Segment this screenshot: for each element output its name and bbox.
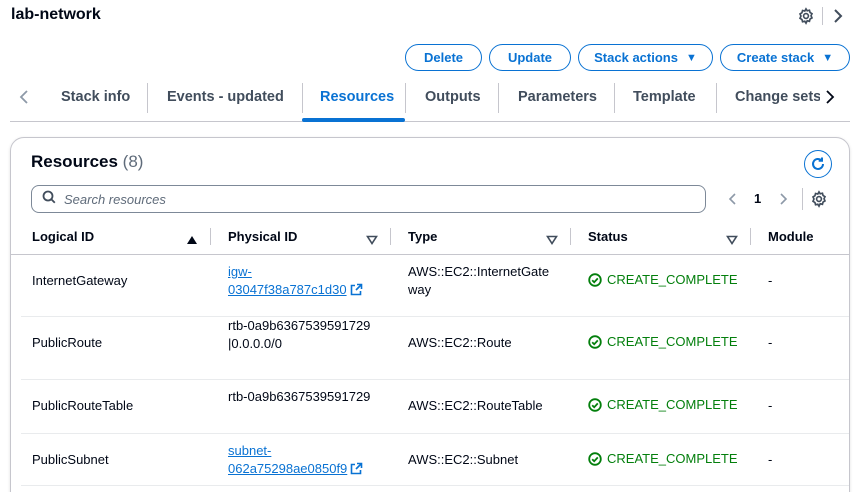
caret-down-icon: ▼ (685, 51, 697, 64)
status-badge: CREATE_COMPLETE (588, 334, 738, 349)
update-button-label: Update (507, 50, 553, 65)
resource-count: (8) (122, 152, 144, 171)
tab-outputs[interactable]: Outputs (425, 89, 481, 105)
status-badge: CREATE_COMPLETE (588, 451, 738, 466)
table-row: InternetGateway igw- 03047f38a787c1d30 A… (11, 255, 849, 317)
status-badge: CREATE_COMPLETE (588, 397, 738, 412)
column-header-module[interactable]: Module (768, 229, 814, 244)
check-circle-icon (588, 397, 602, 412)
panel-title: Resources (8) (31, 152, 143, 172)
divider (802, 188, 803, 210)
sort-ascending-icon[interactable] (186, 232, 198, 244)
chevron-left-icon[interactable] (14, 87, 34, 107)
module-value: - (768, 452, 773, 467)
tab-template[interactable]: Template (633, 89, 696, 105)
resources-panel: Resources (8) 1 Logical ID Physical ID T… (10, 137, 850, 492)
update-button[interactable]: Update (489, 44, 571, 71)
external-link-icon (350, 283, 363, 296)
physical-id-line: 03047f38a787c1d30 (228, 282, 347, 297)
module-value: - (768, 335, 773, 350)
table-row: PublicSubnet subnet- 062a75298ae0850f9 A… (11, 434, 849, 486)
physical-id: rtb-0a9b6367539591729 (228, 389, 371, 404)
table-row: PublicRoute rtb-0a9b6367539591729|0.0.0.… (11, 317, 849, 380)
module-value: - (768, 273, 773, 288)
divider (210, 228, 211, 245)
tab-parameters[interactable]: Parameters (518, 89, 597, 105)
resource-type: AWS::EC2::RouteTable (408, 398, 543, 413)
gear-icon[interactable] (797, 7, 815, 25)
check-circle-icon (588, 334, 602, 349)
sort-icon[interactable] (366, 232, 378, 245)
divider (302, 83, 303, 113)
tab-events[interactable]: Events - updated (167, 89, 284, 105)
refresh-button[interactable] (804, 150, 832, 178)
search-icon (42, 190, 56, 209)
divider (716, 83, 717, 113)
physical-id-link[interactable]: igw- 03047f38a787c1d30 (228, 263, 363, 299)
resource-type: AWS::EC2::Route (408, 335, 512, 350)
logical-id: PublicRouteTable (32, 398, 134, 413)
stack-actions-label: Stack actions (594, 50, 678, 65)
column-header-type[interactable]: Type (408, 229, 437, 244)
physical-id-line: igw- (228, 264, 252, 279)
page-title: lab-network (11, 6, 101, 23)
tab-stack-info[interactable]: Stack info (61, 89, 130, 105)
divider (750, 228, 751, 245)
resource-type: AWS::EC2::InternetGateway (408, 264, 550, 297)
external-link-icon (350, 462, 363, 475)
divider (614, 83, 615, 113)
divider (822, 7, 823, 25)
chevron-right-icon[interactable] (829, 6, 847, 26)
divider (498, 83, 499, 113)
divider (390, 228, 391, 245)
column-header-status[interactable]: Status (588, 229, 628, 244)
stack-actions-button[interactable]: Stack actions ▼ (578, 44, 713, 71)
chevron-right-icon[interactable] (775, 190, 791, 208)
column-header-logical-id[interactable]: Logical ID (32, 229, 94, 244)
active-tab-indicator (302, 118, 405, 122)
tab-change-sets[interactable]: Change sets (735, 89, 821, 105)
delete-button-label: Delete (423, 50, 464, 65)
divider (147, 83, 148, 113)
status-text: CREATE_COMPLETE (607, 272, 738, 287)
module-value: - (768, 398, 773, 413)
panel-title-label: Resources (31, 152, 118, 171)
physical-id-link[interactable]: subnet- 062a75298ae0850f9 (228, 442, 363, 478)
resource-type: AWS::EC2::Subnet (408, 452, 519, 467)
divider (570, 228, 571, 245)
divider (405, 83, 406, 113)
page-number[interactable]: 1 (754, 191, 761, 206)
check-circle-icon (588, 451, 602, 466)
physical-id: rtb-0a9b6367539591729|0.0.0.0/0 (228, 318, 371, 351)
refresh-icon (812, 157, 824, 170)
gear-icon[interactable] (810, 190, 828, 208)
table-row: PublicRouteTable rtb-0a9b6367539591729 A… (11, 380, 849, 434)
chevron-left-icon[interactable] (725, 190, 741, 208)
column-header-physical-id[interactable]: Physical ID (228, 229, 297, 244)
logical-id: PublicRoute (32, 335, 103, 350)
logical-id: InternetGateway (32, 273, 128, 288)
create-stack-button[interactable]: Create stack ▼ (720, 44, 850, 71)
tab-resources[interactable]: Resources (320, 89, 394, 105)
delete-button[interactable]: Delete (405, 44, 482, 71)
check-circle-icon (588, 272, 602, 287)
search-field[interactable] (31, 185, 706, 213)
status-badge: CREATE_COMPLETE (588, 272, 738, 287)
chevron-right-icon[interactable] (820, 87, 840, 107)
status-text: CREATE_COMPLETE (607, 397, 738, 412)
tab-bar: Stack info Events - updated Resources Ou… (10, 76, 850, 122)
physical-id-line: 062a75298ae0850f9 (228, 461, 348, 476)
status-text: CREATE_COMPLETE (607, 451, 738, 466)
create-stack-label: Create stack (736, 50, 815, 65)
status-text: CREATE_COMPLETE (607, 334, 738, 349)
sort-icon[interactable] (546, 232, 558, 245)
logical-id: PublicSubnet (32, 452, 109, 467)
caret-down-icon: ▼ (822, 51, 834, 64)
sort-icon[interactable] (726, 232, 738, 245)
search-input[interactable] (64, 191, 664, 207)
physical-id-line: subnet- (228, 443, 272, 458)
divider (21, 485, 849, 486)
